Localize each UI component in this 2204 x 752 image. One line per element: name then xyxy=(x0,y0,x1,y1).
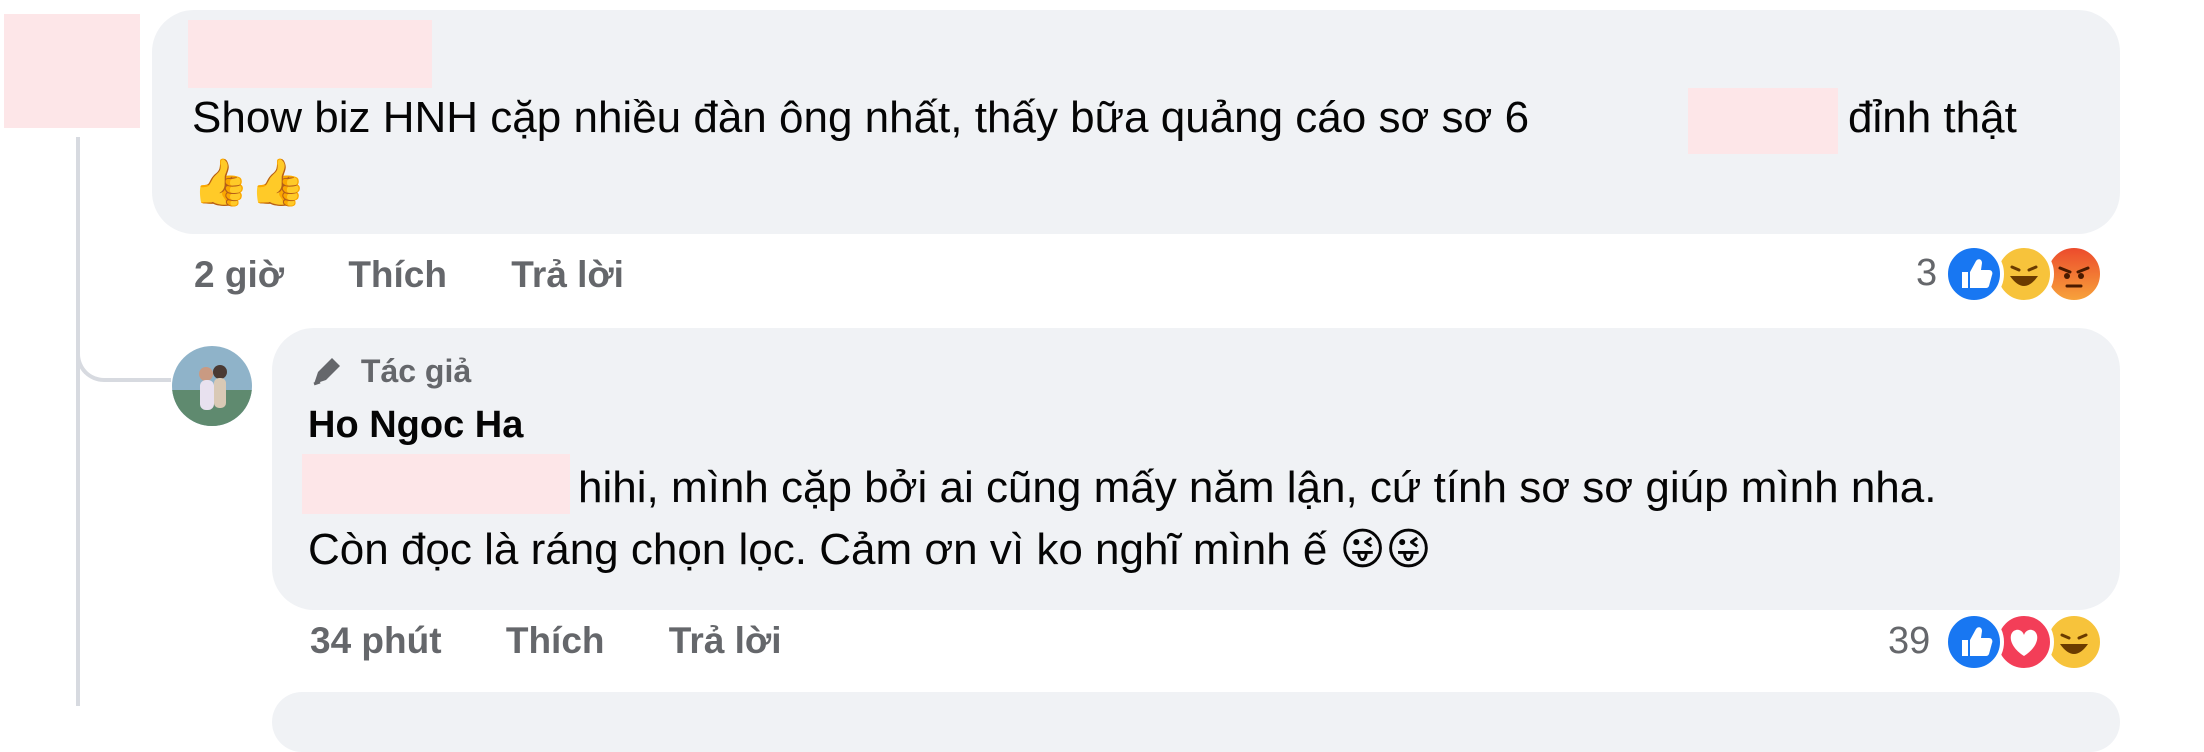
reply-button[interactable]: Trả lời xyxy=(669,620,782,661)
like-icon[interactable] xyxy=(1944,612,2004,672)
reply-time[interactable]: 34 phút xyxy=(310,620,442,661)
wink-emoji: 😜😜 xyxy=(1339,525,1432,574)
redacted-mention[interactable] xyxy=(302,454,570,514)
redacted-word xyxy=(1688,88,1838,154)
redacted-author-name[interactable] xyxy=(188,20,432,88)
author-avatar[interactable] xyxy=(172,346,252,426)
like-button[interactable]: Thích xyxy=(348,254,447,295)
like-icon[interactable] xyxy=(1944,244,2004,304)
reaction-count[interactable]: 39 xyxy=(1888,620,1930,663)
comment-time[interactable]: 2 giờ xyxy=(194,254,284,295)
like-button[interactable]: Thích xyxy=(506,620,605,661)
pen-icon xyxy=(313,358,340,386)
redacted-avatar xyxy=(4,14,140,128)
reply-text-line2: Còn đọc là ráng chọn lọc. Cảm ơn vì ko n… xyxy=(308,525,1432,574)
reaction-count[interactable]: 3 xyxy=(1916,252,1937,295)
reply-meta: 34 phút Thích Trả lời xyxy=(310,620,835,662)
thumbs-up-emoji: 👍👍 xyxy=(192,156,307,208)
comment-meta: 2 giờ Thích Trả lời xyxy=(194,254,678,296)
thread-line xyxy=(76,137,80,706)
comment-text: Show biz HNH cặp nhiều đàn ông nhất, thấ… xyxy=(192,93,1530,142)
reply-text-line1: hihi, mình cặp bởi ai cũng mấy năm lận, … xyxy=(578,463,1937,512)
thread-connector xyxy=(76,320,171,382)
next-comment-bubble xyxy=(272,692,2120,752)
author-name[interactable]: Ho Ngoc Ha xyxy=(308,404,523,447)
comment-text-end: đỉnh thật xyxy=(1848,93,2017,142)
reply-button[interactable]: Trả lời xyxy=(511,254,624,295)
author-badge: Tác giả xyxy=(308,352,471,390)
